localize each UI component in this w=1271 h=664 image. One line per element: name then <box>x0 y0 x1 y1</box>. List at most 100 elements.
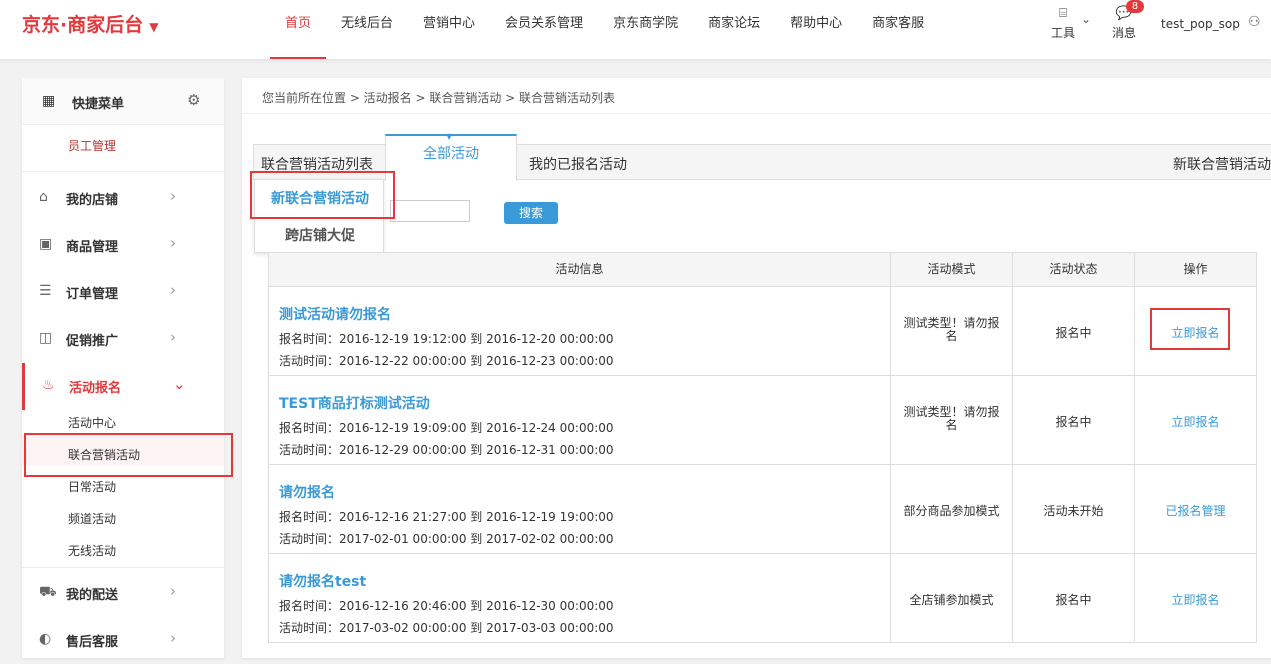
signup-link[interactable]: 立即报名 <box>1135 591 1256 608</box>
sub-item-wireless[interactable]: 无线活动 <box>68 542 116 559</box>
table-row: 测试活动请勿报名 报名时间：2016-12-19 19:12:00 到 2016… <box>269 287 1256 376</box>
activity-title[interactable]: 请勿报名test <box>279 571 366 591</box>
column-header: 活动模式 <box>890 253 1012 286</box>
main-nav: 首页 无线后台 营销中心 会员关系管理 京东商学院 商家论坛 帮助中心 商家客服 <box>270 0 939 59</box>
table-row: 请勿报名test 报名时间：2016-12-16 20:46:00 到 2016… <box>269 554 1256 643</box>
action-cell: 已报名管理 <box>1134 465 1256 553</box>
product-icon: ▣ <box>39 236 53 252</box>
sidebar-item-label: 促销推广 <box>66 334 119 349</box>
search-input[interactable] <box>390 200 470 222</box>
divider <box>22 567 224 568</box>
activity-table: 活动信息 活动模式 活动状态 操作 测试活动请勿报名 报名时间：2016-12-… <box>268 252 1257 643</box>
table-row: TEST商品打标测试活动 报名时间：2016-12-19 19:09:00 到 … <box>269 376 1256 465</box>
messages-label: 消息 <box>1112 26 1137 40</box>
status-cell: 报名中 <box>1012 376 1134 464</box>
activity-status: 报名中 <box>1055 326 1092 340</box>
sidebar-item-label: 订单管理 <box>66 287 119 302</box>
top-bar: 京东·商家后台 ▼ 首页 无线后台 营销中心 会员关系管理 京东商学院 商家论坛 … <box>0 0 1271 59</box>
signup-time: 报名时间：2016-12-16 21:27:00 到 2016-12-19 19… <box>279 510 614 524</box>
caret-down-icon: ▼ <box>446 132 453 141</box>
activity-time: 活动时间：2017-02-01 00:00:00 到 2017-02-02 00… <box>279 532 614 546</box>
sidebar-item-delivery[interactable]: ⛟ 我的配送 › <box>22 570 224 617</box>
sub-item-channel[interactable]: 频道活动 <box>68 510 116 527</box>
tab-new-activity[interactable]: 新联合营销活动 <box>1173 154 1271 174</box>
nav-service[interactable]: 商家客服 <box>857 0 939 59</box>
nav-academy[interactable]: 京东商学院 <box>598 0 693 59</box>
dropdown-item-cross-store[interactable]: 跨店铺大促 <box>255 225 385 245</box>
activity-mode: 部分商品参加模式 <box>903 504 1000 518</box>
nav-marketing[interactable]: 营销中心 <box>408 0 490 59</box>
activity-mode: 全店铺参加模式 <box>909 593 994 607</box>
tools-label: 工具 <box>1051 26 1076 40</box>
logo-dropdown-caret-icon[interactable]: ▼ <box>149 20 158 34</box>
tab-label: 全部活动 <box>423 146 479 162</box>
activity-title[interactable]: 请勿报名 <box>279 482 335 502</box>
activity-time: 活动时间：2017-03-02 00:00:00 到 2017-03-03 00… <box>279 621 614 635</box>
sidebar-item-promotion[interactable]: ◫ 促销推广 › <box>22 316 224 363</box>
tab-bar: 联合营销活动列表 ▼ 全部活动 我的已报名活动 新联合营销活动 <box>253 133 1271 181</box>
sidebar-item-label: 售后客服 <box>66 635 119 650</box>
sidebar-item-label: 活动报名 <box>69 381 122 396</box>
nav-member[interactable]: 会员关系管理 <box>490 0 598 59</box>
chevron-right-icon: › <box>170 234 176 252</box>
activity-time: 活动时间：2016-12-22 00:00:00 到 2016-12-23 00… <box>279 354 614 368</box>
activity-status: 报名中 <box>1055 593 1092 607</box>
manage-link[interactable]: 已报名管理 <box>1135 502 1256 519</box>
gear-icon[interactable]: ⚙ <box>187 91 200 109</box>
action-cell: 立即报名 <box>1134 376 1256 464</box>
activity-info-cell: 测试活动请勿报名 报名时间：2016-12-19 19:12:00 到 2016… <box>269 287 890 375</box>
order-icon: ☰ <box>39 283 52 299</box>
nav-help[interactable]: 帮助中心 <box>775 0 857 59</box>
logo-text: 京东·商家后台 <box>22 14 144 36</box>
promotion-icon: ◫ <box>39 330 53 346</box>
main-panel: 您当前所在位置 > 活动报名 > 联合营销活动 > 联合营销活动列表 联合营销活… <box>242 78 1271 658</box>
sub-item-daily[interactable]: 日常活动 <box>68 478 116 495</box>
activity-title[interactable]: TEST商品打标测试活动 <box>279 393 430 413</box>
chevron-down-icon: ⌄ <box>173 375 186 393</box>
sidebar-item-products[interactable]: ▣ 商品管理 › <box>22 222 224 269</box>
grid-icon: ▦ <box>42 93 56 109</box>
activity-mode: 测试类型！请勿报名 <box>903 316 1000 343</box>
activity-info-cell: 请勿报名test 报名时间：2016-12-16 20:46:00 到 2016… <box>269 554 890 642</box>
search-button[interactable]: 搜索 <box>504 202 558 224</box>
user-icon[interactable]: ⚇ <box>1248 14 1261 30</box>
divider <box>22 171 224 172</box>
status-cell: 活动未开始 <box>1012 465 1134 553</box>
sidebar-item-activity[interactable]: ♨ 活动报名 ⌄ <box>22 363 224 410</box>
store-icon: ⌂ <box>39 189 48 205</box>
activity-title[interactable]: 测试活动请勿报名 <box>279 304 391 324</box>
sub-item-activity-center[interactable]: 活动中心 <box>68 414 116 431</box>
table-row: 请勿报名 报名时间：2016-12-16 21:27:00 到 2016-12-… <box>269 465 1256 554</box>
tools-button[interactable]: ⌸ 工具 <box>1051 6 1075 41</box>
sidebar-item-aftersales[interactable]: ◐ 售后客服 › <box>22 617 224 664</box>
nav-forum[interactable]: 商家论坛 <box>693 0 775 59</box>
activity-info-cell: 请勿报名 报名时间：2016-12-16 21:27:00 到 2016-12-… <box>269 465 890 553</box>
chevron-right-icon: › <box>170 582 176 600</box>
sidebar-item-label: 我的配送 <box>66 588 119 603</box>
service-icon: ◐ <box>39 631 52 647</box>
chevron-right-icon: › <box>170 187 176 205</box>
logo[interactable]: 京东·商家后台 ▼ <box>22 10 158 37</box>
sidebar-item-store[interactable]: ⌂ 我的店铺 › <box>22 175 224 222</box>
status-cell: 报名中 <box>1012 554 1134 642</box>
tab-all-activities[interactable]: ▼ 全部活动 <box>385 132 517 181</box>
signup-link[interactable]: 立即报名 <box>1135 413 1256 430</box>
quick-item-staff[interactable]: 员工管理 <box>68 137 116 154</box>
highlight-box <box>1150 308 1230 350</box>
chevron-right-icon: › <box>170 328 176 346</box>
tab-my-registered[interactable]: 我的已报名活动 <box>529 154 627 174</box>
mode-cell: 部分商品参加模式 <box>890 465 1012 553</box>
highlight-box <box>24 433 233 477</box>
highlight-box <box>250 171 395 219</box>
chevron-down-icon[interactable]: ⌄ <box>1081 12 1091 26</box>
username[interactable]: test_pop_sop <box>1161 17 1240 31</box>
sidebar-item-orders[interactable]: ☰ 订单管理 › <box>22 269 224 316</box>
activity-status: 活动未开始 <box>1043 504 1104 518</box>
nav-home[interactable]: 首页 <box>270 0 327 59</box>
nav-wireless[interactable]: 无线后台 <box>326 0 408 59</box>
mode-cell: 测试类型！请勿报名 <box>890 287 1012 375</box>
delivery-icon: ⛟ <box>39 584 57 600</box>
status-cell: 报名中 <box>1012 287 1134 375</box>
messages-badge: 8 <box>1126 0 1144 13</box>
sidebar-item-label: 我的店铺 <box>66 193 119 208</box>
